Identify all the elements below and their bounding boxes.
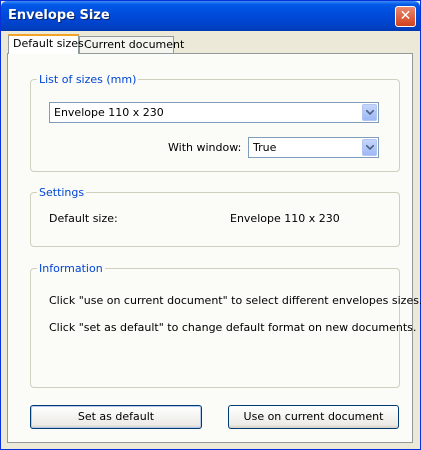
with-window-select[interactable]: True <box>248 137 379 158</box>
title-bar[interactable]: Envelope Size ✕ <box>1 1 420 31</box>
with-window-label: With window: <box>168 141 242 154</box>
use-on-current-document-button[interactable]: Use on current document <box>228 405 399 429</box>
information-legend: Information <box>37 262 105 275</box>
chevron-down-icon <box>366 145 374 150</box>
size-select[interactable]: Envelope 110 x 230 <box>49 102 379 123</box>
information-line-1: Click "use on current document" to selec… <box>49 294 421 307</box>
chevron-down-icon <box>366 110 374 115</box>
set-as-default-button[interactable]: Set as default <box>30 405 202 429</box>
close-icon: ✕ <box>399 8 412 24</box>
settings-legend: Settings <box>37 186 87 199</box>
list-of-sizes-legend: List of sizes (mm) <box>37 73 139 86</box>
information-line-2: Click "set as default" to change default… <box>49 321 417 334</box>
size-select-dropdown-button[interactable] <box>362 104 377 121</box>
list-of-sizes-group: List of sizes (mm) Envelope 110 x 230 Wi… <box>30 73 400 172</box>
settings-group: Settings Default size: Envelope 110 x 23… <box>30 186 400 247</box>
tab-panel-default-sizes: List of sizes (mm) Envelope 110 x 230 Wi… <box>7 53 421 443</box>
tab-default-sizes[interactable]: Default sizes <box>8 34 84 54</box>
tab-current-document[interactable]: Current document <box>79 36 184 53</box>
with-window-dropdown-button[interactable] <box>362 139 377 156</box>
size-select-value: Envelope 110 x 230 <box>54 106 164 119</box>
default-size-value: Envelope 110 x 230 <box>230 212 340 225</box>
close-button[interactable]: ✕ <box>395 6 416 27</box>
dialog-window: Envelope Size ✕ Default sizes Current do… <box>0 0 421 450</box>
with-window-select-value: True <box>253 141 277 154</box>
information-group: Information Click "use on current docume… <box>30 262 421 388</box>
window-title: Envelope Size <box>8 8 110 23</box>
default-size-label: Default size: <box>49 212 118 225</box>
